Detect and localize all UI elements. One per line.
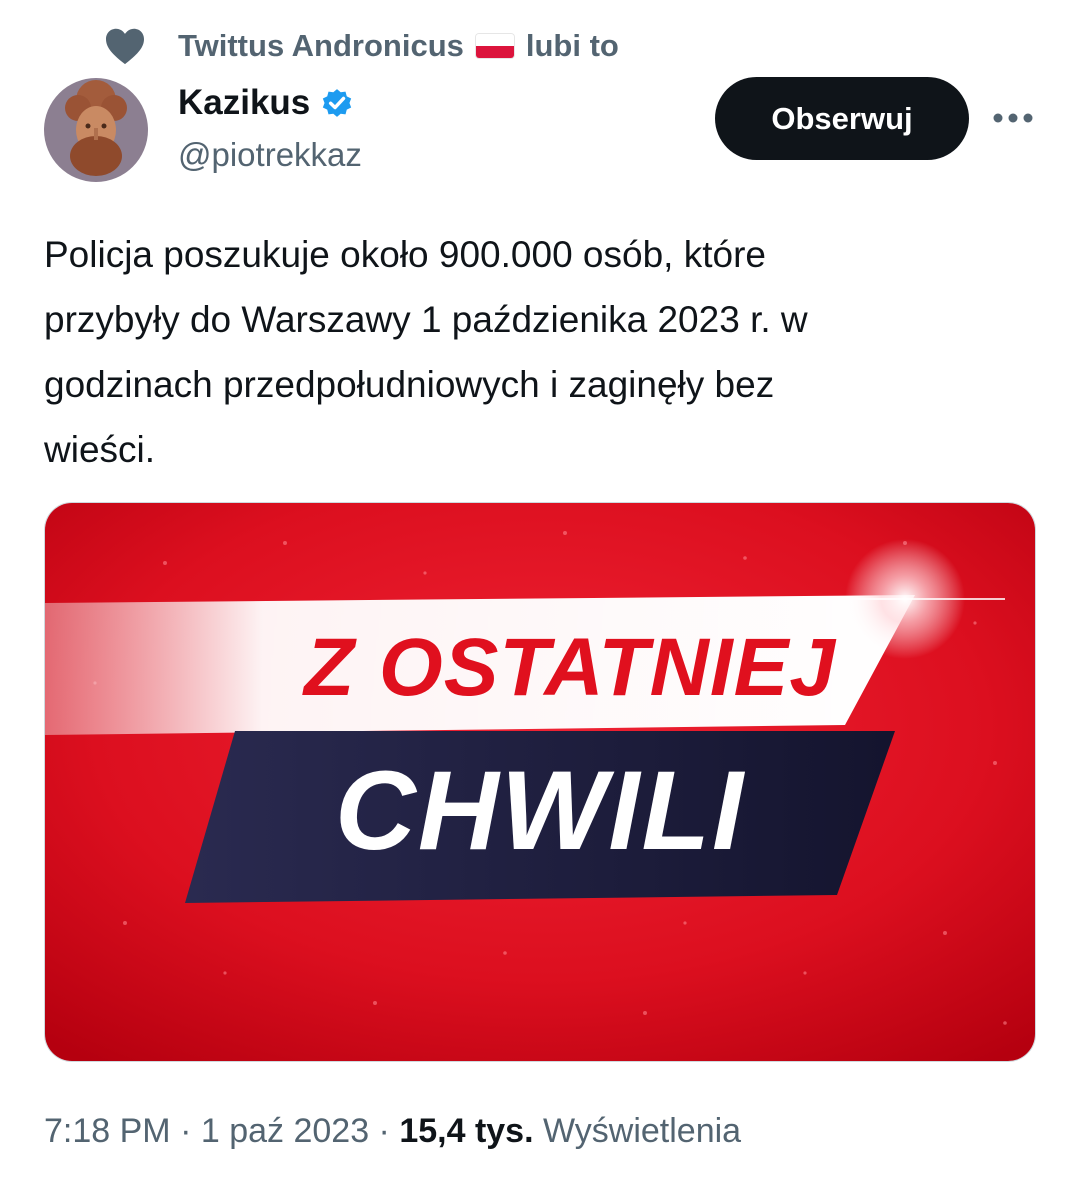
tweet-meta: 7:18 PM · 1 paź 2023 · 15,4 tys. Wyświet… (44, 1108, 741, 1154)
social-context[interactable]: Twittus Andronicus lubi to (104, 26, 619, 66)
separator: · (170, 1111, 201, 1150)
liked-label: lubi to (525, 28, 619, 63)
poland-flag-icon (475, 34, 514, 58)
tweet-date[interactable]: 1 paź 2023 (201, 1112, 369, 1151)
banner-line1: Z OSTATNIEJ (302, 622, 836, 713)
views-count[interactable]: 15,4 tys. (399, 1112, 533, 1151)
banner-line2: CHWILI (335, 748, 746, 873)
tweet-time[interactable]: 7:18 PM (44, 1112, 171, 1151)
separator: · (369, 1111, 400, 1150)
author-block[interactable]: Kazikus @piotrekkaz (178, 80, 362, 174)
more-options-icon[interactable] (992, 112, 1034, 124)
liker-name[interactable]: Twittus Andronicus (178, 28, 464, 64)
tweet-text: Policja poszukuje około 900.000 osób, kt… (44, 234, 808, 470)
heart-icon (106, 28, 144, 65)
follow-button[interactable]: Obserwuj (715, 77, 969, 160)
avatar[interactable] (44, 78, 148, 182)
author-handle[interactable]: @piotrekkaz (178, 136, 362, 174)
verified-badge-icon (323, 89, 352, 117)
views-label[interactable]: Wyświetlenia (543, 1112, 741, 1151)
author-name[interactable]: Kazikus (178, 83, 310, 123)
tweet-image[interactable]: Z OSTATNIEJ CHWILI (44, 502, 1036, 1062)
